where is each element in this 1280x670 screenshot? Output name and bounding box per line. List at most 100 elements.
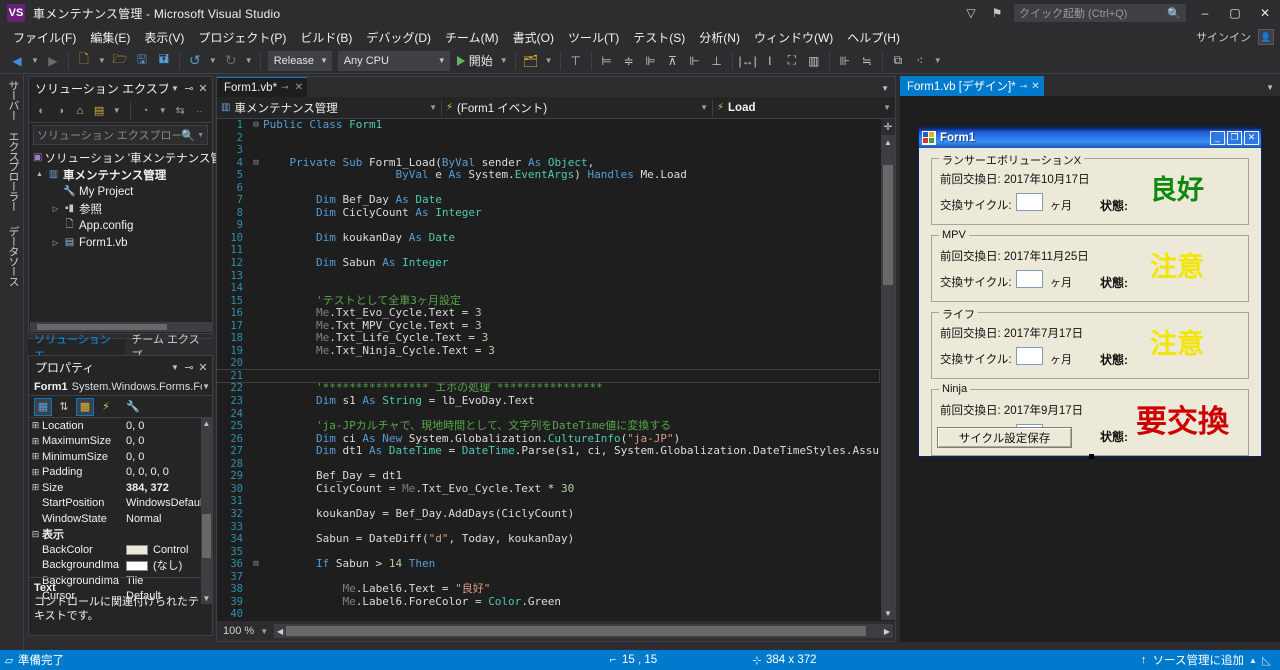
align-bottoms-icon[interactable]: ⊥	[706, 50, 728, 72]
menu-window[interactable]: ウィンドウ(W)	[747, 27, 840, 48]
property-expander[interactable]: ⊞	[29, 482, 42, 493]
property-row[interactable]: StartPosition WindowsDefault	[29, 496, 212, 512]
overflow-icon[interactable]: ··	[191, 102, 208, 120]
property-row[interactable]: ⊞ Padding 0, 0, 0, 0	[29, 465, 212, 481]
make-same-height-icon[interactable]: I	[759, 50, 781, 72]
tab-solution-explorer[interactable]: ソリューション エ…	[28, 334, 126, 362]
forward-icon[interactable]: ◑	[52, 102, 69, 120]
code-line[interactable]: 5 ByVal e As System.EventArgs) Handles M…	[217, 168, 879, 182]
close-button[interactable]: ✕	[1250, 0, 1280, 26]
chevron-down-icon[interactable]: ▼	[156, 106, 170, 115]
menu-tools[interactable]: ツール(T)	[561, 27, 626, 48]
scrollbar-thumb[interactable]	[286, 626, 867, 636]
pin-icon[interactable]: ⊸	[1016, 81, 1032, 92]
quick-launch-input[interactable]: クイック起動 (Ctrl+Q) 🔍	[1014, 4, 1186, 22]
nav-member-combo[interactable]: ⚡ (Form1 イベント) ▼	[442, 97, 712, 119]
winform-maximize-button[interactable]: ❐	[1227, 131, 1242, 145]
tree-item-app-config[interactable]: 🗋 App.config	[29, 217, 212, 234]
property-row[interactable]: ⊞ Location 0, 0	[29, 418, 212, 434]
code-line[interactable]: 32 koukanDay = Bef_Day.AddDays(CiclyCoun…	[217, 507, 879, 521]
property-row-size[interactable]: ⊞ Size 384, 372	[29, 480, 212, 496]
alphabetical-icon[interactable]: ⇅	[55, 398, 73, 416]
tree-item-my-project[interactable]: 🔧 My Project	[29, 183, 212, 200]
property-row[interactable]: ⊞ MinimumSize 0, 0	[29, 449, 212, 465]
align-centers-icon[interactable]: ≑	[618, 50, 640, 72]
menu-test[interactable]: テスト(S)	[626, 27, 692, 48]
property-row[interactable]: ⊞ MaximumSize 0, 0	[29, 434, 212, 450]
code-line[interactable]: 20	[217, 357, 879, 370]
property-value[interactable]: 384, 372	[126, 482, 212, 494]
tab-form1-designer[interactable]: Form1.vb [デザイン]* ⊸ ✕	[900, 76, 1044, 96]
cycle-input-life[interactable]	[1016, 347, 1043, 365]
property-value[interactable]: Normal	[126, 513, 212, 525]
vertical-tab-data-sources[interactable]: データソース	[3, 226, 21, 286]
tree-expander[interactable]: ▷	[49, 239, 62, 247]
tree-expander[interactable]: ▷	[49, 205, 62, 213]
back-dropdown-icon[interactable]: ▼	[28, 56, 42, 65]
back-icon[interactable]: ◐	[33, 102, 50, 120]
code-line[interactable]: 36 ⊟ If Sabun > 14 Then	[217, 557, 879, 571]
winform-preview[interactable]: Form1 _ ❐ ✕ ランサーエボリューションX 前回交換日: 2017年10…	[918, 127, 1262, 459]
menu-edit[interactable]: 編集(E)	[83, 27, 137, 48]
menu-help[interactable]: ヘルプ(H)	[840, 27, 907, 48]
signin-link[interactable]: サインイン	[1196, 29, 1251, 45]
find-dropdown-icon[interactable]: ▼	[542, 56, 556, 65]
properties-icon[interactable]: ▤	[91, 102, 108, 120]
make-same-size-icon[interactable]: ⛶	[781, 50, 803, 72]
bring-to-front-icon[interactable]: ⧉	[887, 50, 909, 72]
property-value[interactable]: WindowsDefault	[126, 497, 212, 509]
tree-item-project[interactable]: ▲ ▥ 車メンテナンス管理	[29, 166, 212, 183]
group-box-mpv[interactable]: MPV 前回交換日: 2017年11月25日 交換サイクル: ヶ月 状態: 注意	[931, 229, 1249, 302]
property-pages-icon[interactable]: 🔧	[124, 398, 142, 416]
chevron-down-icon[interactable]: ▼	[168, 84, 182, 93]
start-debug-button[interactable]: 開始	[453, 52, 497, 69]
align-tops-icon[interactable]: ⊤	[565, 50, 587, 72]
winform-minimize-button[interactable]: _	[1210, 131, 1225, 145]
scrollbar-thumb[interactable]	[202, 514, 211, 558]
categorized-icon[interactable]: ▦	[34, 397, 52, 416]
code-line[interactable]: 19 Me.Txt_Ninja_Cycle.Text = 3	[217, 344, 879, 358]
property-value[interactable]: 0, 0	[126, 451, 212, 463]
outline-collapse-icon[interactable]: ⊟	[249, 119, 263, 132]
winform-close-button[interactable]: ✕	[1244, 131, 1259, 145]
property-expander[interactable]: ⊞	[29, 467, 42, 478]
property-category-row[interactable]: ⊟ 表示	[29, 527, 212, 543]
pin-icon[interactable]: ⊸	[277, 82, 293, 93]
chevron-down-icon[interactable]: ▼	[168, 363, 182, 372]
toolbar-overflow-icon[interactable]: ▼	[931, 56, 945, 65]
editor-tab-overflow-icon[interactable]: ▼	[881, 84, 895, 97]
code-line[interactable]: 40	[217, 608, 879, 620]
menu-view[interactable]: 表示(V)	[137, 27, 191, 48]
code-line[interactable]: 23 Dim s1 As String = lb_EvoDay.Text	[217, 394, 879, 408]
home-icon[interactable]: ⌂	[71, 102, 88, 120]
size-to-grid-icon[interactable]: ▥	[803, 50, 825, 72]
menu-team[interactable]: チーム(M)	[438, 27, 506, 48]
save-icon[interactable]: 🖫	[131, 50, 153, 72]
start-dropdown-icon[interactable]: ▼	[497, 56, 511, 65]
code-line[interactable]: 34 Sabun = DateDiff("d", Today, koukanDa…	[217, 532, 879, 546]
navigate-forward-icon[interactable]: ▶	[42, 50, 64, 72]
group-box-evo[interactable]: ランサーエボリューションX 前回交換日: 2017年10月17日 交換サイクル:…	[931, 152, 1249, 225]
close-icon[interactable]: ✕	[1031, 81, 1039, 92]
property-value[interactable]: 0, 0, 0, 0	[126, 466, 212, 478]
code-line[interactable]: 13	[217, 270, 879, 283]
tab-team-explorer[interactable]: チーム エクスプ…	[125, 334, 213, 362]
new-project-icon[interactable]: 🗋	[73, 50, 95, 72]
avatar[interactable]: 👤	[1258, 29, 1274, 45]
designer-canvas[interactable]: Form1 _ ❐ ✕ ランサーエボリューションX 前回交換日: 2017年10…	[900, 96, 1280, 642]
zoom-level[interactable]: 100 %	[217, 625, 256, 637]
property-expander[interactable]: ⊞	[29, 451, 42, 462]
code-line[interactable]: 1 ⊟ Public Class Form1	[217, 119, 879, 132]
category-expander[interactable]: ⊟	[29, 529, 42, 540]
chevron-down-icon[interactable]: ▼	[110, 106, 124, 115]
properties-icon[interactable]: ▩	[76, 397, 94, 416]
pin-icon[interactable]: ⊸	[182, 82, 196, 95]
align-middles-icon[interactable]: ⊩	[684, 50, 706, 72]
code-line[interactable]: 27 Dim dt1 As DateTime = DateTime.Parse(…	[217, 444, 879, 458]
horizontal-spacing-icon[interactable]: ⊪	[834, 50, 856, 72]
menu-debug[interactable]: デバッグ(D)	[359, 27, 438, 48]
undo-icon[interactable]: ↺	[184, 50, 206, 72]
chevron-down-icon[interactable]: ▼	[195, 132, 204, 139]
configuration-combo[interactable]: Release ▼	[267, 50, 332, 71]
align-lefts-icon[interactable]: ⊨	[596, 50, 618, 72]
